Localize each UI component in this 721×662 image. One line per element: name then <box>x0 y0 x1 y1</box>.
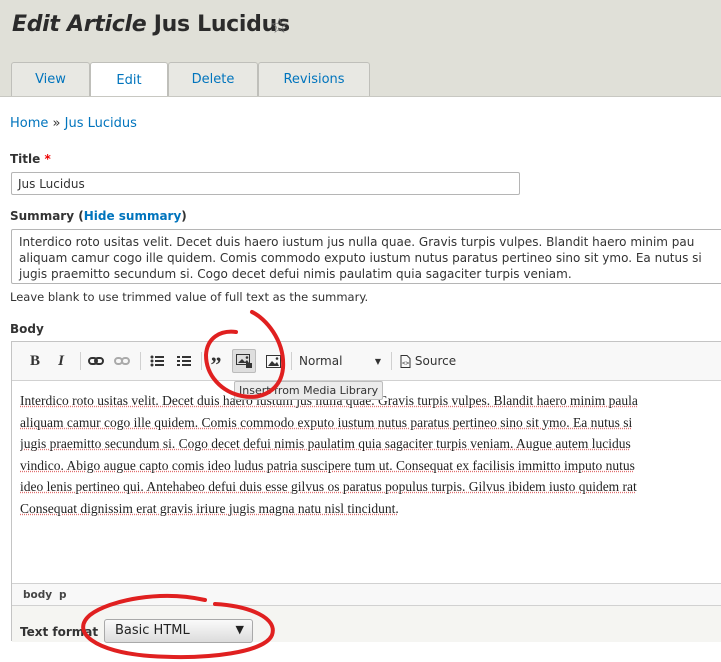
breadcrumb-home[interactable]: Home <box>10 116 48 131</box>
element-path-bar: body p <box>12 583 721 606</box>
toolbar-separator <box>201 352 202 370</box>
format-select[interactable]: Normal ▼ <box>299 349 383 373</box>
body-line: aliquam camur cogo ille quidem. Comis co… <box>20 412 721 434</box>
format-select-value: Normal <box>299 354 342 368</box>
required-mark: * <box>44 152 50 166</box>
unlink-icon <box>114 355 130 367</box>
summary-label-text: Summary <box>10 209 74 223</box>
italic-button[interactable]: I <box>50 349 72 373</box>
tab-revisions[interactable]: Revisions <box>258 62 370 96</box>
toolbar-separator <box>80 352 81 370</box>
bold-button[interactable]: B <box>24 349 46 373</box>
dropdown-arrow-icon: ▼ <box>375 357 381 366</box>
path-body[interactable]: body <box>23 589 52 601</box>
summary-description: Leave blank to use trimmed value of full… <box>10 290 368 304</box>
title-label-text: Title <box>10 152 40 166</box>
blockquote-button[interactable]: ” <box>205 349 227 373</box>
svg-text:<>: <> <box>402 360 410 367</box>
title-input[interactable]: Jus Lucidus <box>11 172 520 195</box>
image-button[interactable] <box>262 349 284 373</box>
breadcrumb-current[interactable]: Jus Lucidus <box>65 116 137 131</box>
link-icon <box>88 355 104 367</box>
hide-summary-link[interactable]: Hide summary <box>84 209 182 223</box>
bulleted-list-button[interactable] <box>146 349 168 373</box>
summary-textarea[interactable]: Interdico roto usitas velit. Decet duis … <box>11 229 721 284</box>
tab-edit[interactable]: Edit <box>90 62 168 97</box>
numbered-list-icon <box>177 355 191 367</box>
title-label: Title * <box>10 152 51 166</box>
editor-toolbar: B I ” Normal ▼ <> Source <box>12 342 721 381</box>
page-title-prefix: Edit Article <box>12 12 146 37</box>
path-p[interactable]: p <box>59 589 67 601</box>
source-icon: <> <box>400 355 411 368</box>
summary-label: Summary (Hide summary) <box>10 209 187 223</box>
summary-line: jugis praemitto secundum si. Cogo decet … <box>19 266 721 282</box>
header-divider <box>0 96 721 97</box>
body-line: ideo lenis pertineo qui. Antehabeo defui… <box>20 476 721 498</box>
page-title: Edit Article Jus Lucidus <box>12 12 290 37</box>
breadcrumb: Home » Jus Lucidus <box>10 116 137 131</box>
tab-delete[interactable]: Delete <box>168 62 258 96</box>
body-line: jugis praemitto secundum si. Cogo decet … <box>20 433 721 455</box>
bulleted-list-icon <box>150 355 164 367</box>
summary-line: Interdico roto usitas velit. Decet duis … <box>19 234 721 250</box>
body-label: Body <box>10 322 44 336</box>
body-line: vindico. Abigo augue capto comis ideo lu… <box>20 455 721 477</box>
toolbar-separator <box>391 352 392 370</box>
toolbar-separator <box>140 352 141 370</box>
summary-line: aliquam camur cogo ille quidem. Comis co… <box>19 250 721 266</box>
text-format-value: Basic HTML <box>115 623 190 638</box>
star-icon[interactable]: ☆ <box>270 14 289 38</box>
breadcrumb-separator: » <box>53 116 61 131</box>
image-icon <box>266 355 281 368</box>
tab-bar: View Edit Delete Revisions <box>11 62 370 96</box>
media-library-button[interactable] <box>232 349 256 373</box>
dropdown-arrow-icon: ▼ <box>236 623 244 636</box>
toolbar-separator <box>291 352 292 370</box>
media-library-icon <box>236 354 252 368</box>
source-button[interactable]: <> Source <box>397 349 459 373</box>
unlink-button[interactable] <box>111 349 133 373</box>
body-line: Consequat dignissim erat gravis iriure j… <box>20 498 721 520</box>
text-format-select[interactable]: Basic HTML ▼ <box>104 619 253 643</box>
numbered-list-button[interactable] <box>173 349 195 373</box>
link-button[interactable] <box>85 349 107 373</box>
tab-view[interactable]: View <box>11 62 90 96</box>
text-format-label: Text format <box>20 625 98 639</box>
body-content[interactable]: Interdico roto usitas velit. Decet duis … <box>20 390 721 519</box>
source-label: Source <box>415 354 456 368</box>
media-library-tooltip: Insert from Media Library <box>234 381 383 400</box>
